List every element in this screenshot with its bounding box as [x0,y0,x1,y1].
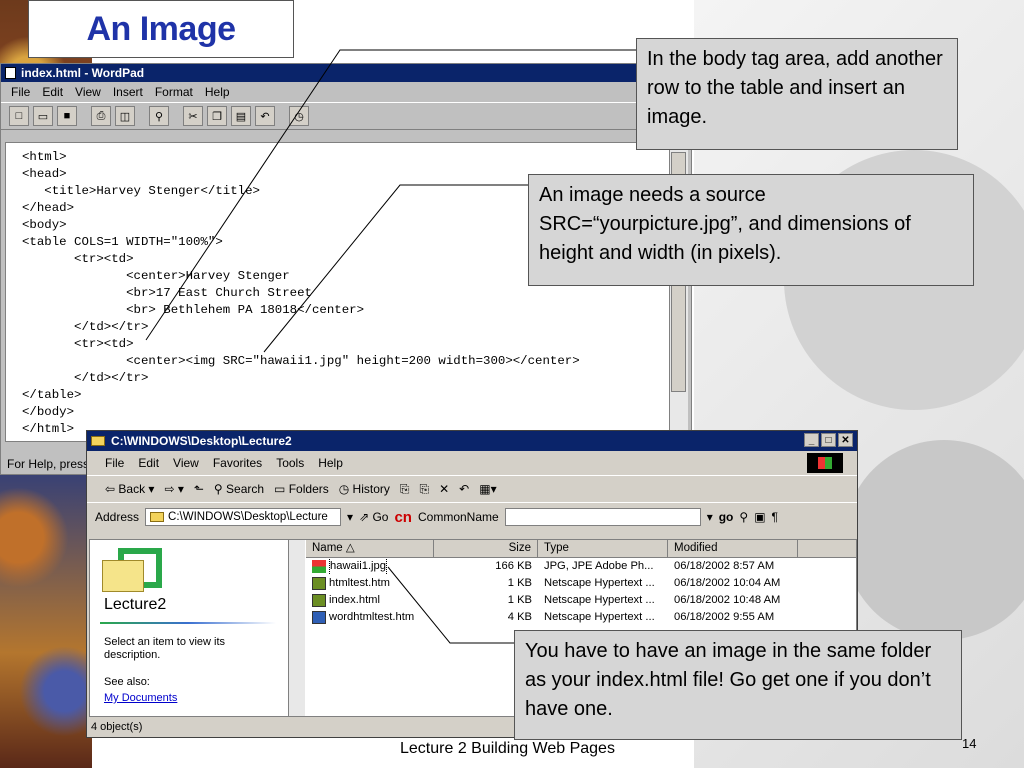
page-number: 14 [962,736,977,751]
callout-same-folder: You have to have an image in the same fo… [514,630,962,740]
connector-line [263,184,528,353]
callout-image-source: An image needs a source SRC=“yourpicture… [528,174,974,286]
connector-line [387,566,514,644]
slide-footer: Lecture 2 Building Web Pages [400,740,615,757]
callout-body-tag: In the body tag area, add another row to… [636,38,958,150]
